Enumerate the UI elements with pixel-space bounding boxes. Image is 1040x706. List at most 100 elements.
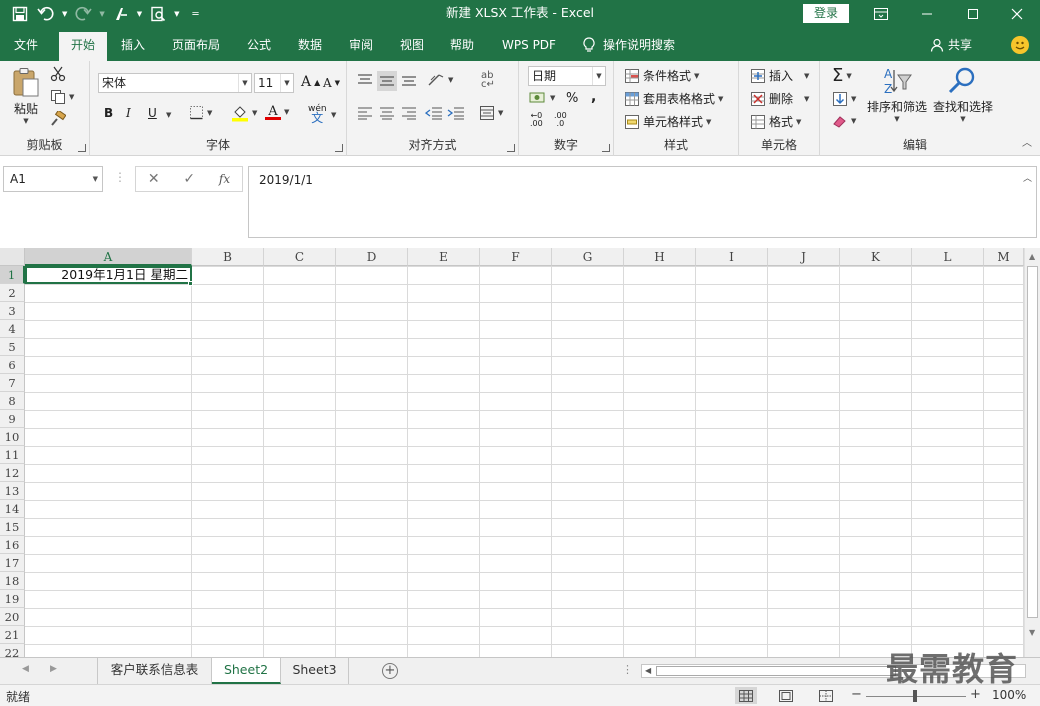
sheet-tab-1[interactable]: 客户联系信息表 — [97, 658, 212, 684]
alignment-launcher-icon[interactable] — [507, 144, 515, 152]
row-header-9[interactable]: 9 — [0, 410, 25, 428]
conditional-dropdown-icon[interactable]: ▼ — [694, 72, 699, 80]
phonetic-dropdown-icon[interactable]: ▼ — [331, 111, 336, 119]
add-sheet-icon[interactable]: + — [382, 663, 398, 679]
column-header-g[interactable]: G — [552, 248, 624, 266]
tab-data[interactable]: 数据 — [290, 34, 330, 61]
underline-dropdown-icon[interactable]: ▼ — [166, 111, 171, 119]
autosum-button[interactable]: Σ ▼ — [832, 65, 852, 86]
page-break-view-button[interactable] — [815, 687, 837, 704]
paste-dropdown-icon[interactable]: ▼ — [8, 117, 44, 125]
delete-cells-button[interactable]: 删除 ▼ — [750, 90, 809, 107]
format-cells-button[interactable]: 格式 ▼ — [750, 113, 801, 130]
redo-icon[interactable] — [73, 4, 93, 24]
cell-a1[interactable]: 2019年1月1日 星期二 — [25, 266, 192, 284]
merge-center-button[interactable]: ▼ — [479, 105, 503, 121]
row-header-15[interactable]: 15 — [0, 518, 25, 536]
cell-styles-button[interactable]: 单元格样式 ▼ — [624, 113, 711, 130]
tab-wps-pdf[interactable]: WPS PDF — [496, 34, 562, 61]
column-header-f[interactable]: F — [480, 248, 552, 266]
accounting-format-button[interactable]: ▼ — [529, 91, 555, 105]
row-header-19[interactable]: 19 — [0, 590, 25, 608]
tab-review[interactable]: 审阅 — [342, 34, 380, 61]
accounting-dropdown-icon[interactable]: ▼ — [550, 94, 555, 102]
clipboard-launcher-icon[interactable] — [78, 144, 86, 152]
wrap-text-button[interactable]: ab c↵ — [481, 71, 495, 90]
column-header-e[interactable]: E — [408, 248, 480, 266]
fill-color-button[interactable]: ▼ — [231, 104, 257, 122]
autosum-dropdown-icon[interactable]: ▼ — [846, 72, 851, 80]
font-launcher-icon[interactable] — [335, 144, 343, 152]
find-select-dropdown-icon[interactable]: ▼ — [930, 115, 996, 123]
column-header-d[interactable]: D — [336, 248, 408, 266]
tab-file[interactable]: 文件 — [4, 34, 48, 61]
tab-insert[interactable]: 插入 — [112, 34, 154, 61]
delete-dropdown-icon[interactable]: ▼ — [804, 95, 809, 103]
column-header-j[interactable]: J — [768, 248, 840, 266]
cells-area[interactable] — [25, 266, 1024, 657]
scroll-down-icon[interactable]: ▼ — [1029, 628, 1035, 637]
customize-qat-icon[interactable]: ═ — [186, 4, 206, 24]
scroll-up-icon[interactable]: ▲ — [1029, 252, 1035, 261]
format-dropdown-icon[interactable]: ▼ — [796, 118, 801, 126]
zoom-level[interactable]: 100% — [992, 688, 1026, 702]
insert-dropdown-icon[interactable]: ▼ — [804, 72, 809, 80]
row-header-22[interactable]: 22 — [0, 644, 25, 657]
row-header-17[interactable]: 17 — [0, 554, 25, 572]
sheet-tab-3[interactable]: Sheet3 — [281, 658, 349, 684]
sort-filter-button[interactable]: AZ 排序和筛选 ▼ — [864, 65, 930, 123]
fill-dropdown-icon[interactable]: ▼ — [851, 95, 856, 103]
tab-formulas[interactable]: 公式 — [240, 34, 278, 61]
tab-view[interactable]: 视图 — [392, 34, 432, 61]
row-header-1[interactable]: 1 — [0, 266, 25, 284]
row-header-12[interactable]: 12 — [0, 464, 25, 482]
font-size-dropdown-icon[interactable]: ▼ — [280, 74, 293, 92]
column-header-a[interactable]: A — [25, 248, 192, 266]
tab-page-layout[interactable]: 页面布局 — [166, 34, 226, 61]
row-header-11[interactable]: 11 — [0, 446, 25, 464]
align-left-button[interactable] — [357, 106, 373, 120]
column-header-k[interactable]: K — [840, 248, 912, 266]
zoom-slider-thumb[interactable] — [913, 690, 917, 702]
row-header-10[interactable]: 10 — [0, 428, 25, 446]
page-layout-view-button[interactable] — [775, 687, 797, 704]
minimize-icon[interactable] — [904, 0, 950, 28]
row-header-4[interactable]: 4 — [0, 320, 25, 338]
feedback-smiley-icon[interactable] — [1011, 36, 1029, 54]
sheet-prev-icon[interactable]: ◀ — [22, 664, 29, 674]
shrink-font-button[interactable]: A ▼ — [323, 76, 340, 90]
font-color-dropdown-icon[interactable]: ▼ — [284, 108, 289, 116]
row-header-5[interactable]: 5 — [0, 338, 25, 356]
maximize-icon[interactable] — [950, 0, 996, 28]
tell-me-search[interactable]: 操作说明搜索 — [583, 36, 675, 53]
font-color-button[interactable]: A ▼ — [265, 104, 289, 120]
font-name-select[interactable]: 宋体 ▼ — [98, 73, 252, 93]
table-format-dropdown-icon[interactable]: ▼ — [718, 95, 723, 103]
merge-dropdown-icon[interactable]: ▼ — [498, 109, 503, 117]
copy-dropdown-icon[interactable]: ▼ — [69, 93, 74, 101]
align-top-button[interactable] — [357, 73, 373, 87]
horizontal-scroll-thumb[interactable] — [656, 666, 896, 676]
phonetic-button[interactable]: wén 文 — [308, 105, 327, 125]
formula-input[interactable]: 2019/1/1 ︿ — [248, 166, 1037, 238]
font-name-dropdown-icon[interactable]: ▼ — [238, 74, 251, 92]
align-middle-button[interactable] — [377, 71, 397, 91]
conditional-formatting-button[interactable]: 条件格式 ▼ — [624, 67, 699, 84]
number-format-select[interactable]: 日期 ▼ — [528, 66, 606, 86]
row-header-16[interactable]: 16 — [0, 536, 25, 554]
row-header-7[interactable]: 7 — [0, 374, 25, 392]
align-bottom-button[interactable] — [401, 73, 417, 87]
row-header-3[interactable]: 3 — [0, 302, 25, 320]
format-painter-qat-icon[interactable] — [111, 4, 131, 24]
name-box-dropdown-icon[interactable]: ▼ — [93, 167, 98, 191]
bold-button[interactable]: B — [104, 106, 113, 120]
save-icon[interactable] — [10, 4, 30, 24]
fill-handle[interactable] — [188, 281, 193, 286]
tab-split-handle-icon[interactable]: ⋮ — [622, 663, 633, 676]
fill-color-dropdown-icon[interactable]: ▼ — [252, 109, 257, 117]
column-header-l[interactable]: L — [912, 248, 984, 266]
tab-help[interactable]: 帮助 — [442, 34, 482, 61]
decrease-indent-button[interactable] — [425, 106, 443, 120]
vertical-scrollbar[interactable]: ▲ ▼ — [1024, 248, 1040, 657]
clear-dropdown-icon[interactable]: ▼ — [851, 117, 856, 125]
